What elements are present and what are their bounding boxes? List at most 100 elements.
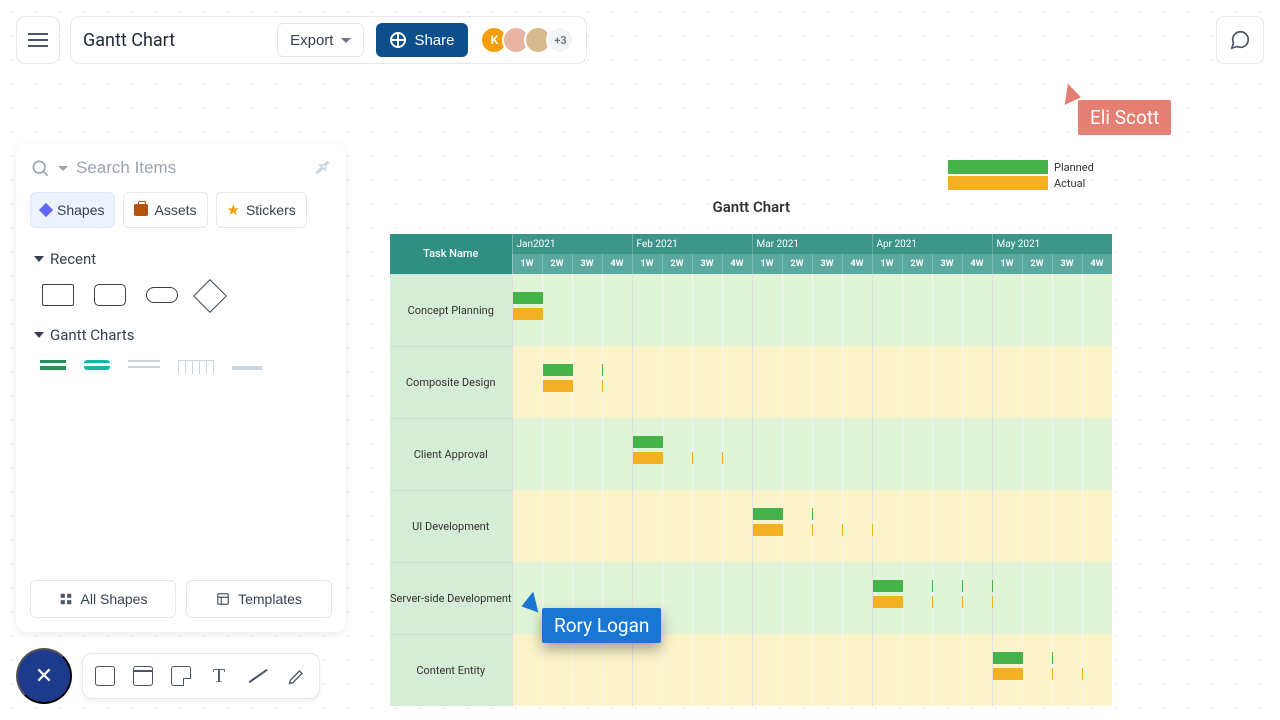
gantt-cell	[662, 274, 692, 346]
week-header: 2W	[662, 254, 692, 274]
legend-swatch-actual	[948, 176, 1048, 190]
chevron-down-icon	[341, 38, 351, 43]
gantt-cell	[992, 490, 1022, 562]
gantt-chart[interactable]: Gantt Chart Task NameJan2021Feb 2021Mar …	[390, 198, 1113, 706]
gantt-cell	[692, 274, 722, 346]
gantt-cell	[752, 562, 782, 634]
gantt-cell	[1022, 562, 1052, 634]
legend-swatch-planned	[948, 160, 1048, 174]
section-gantt-charts[interactable]: Gantt Charts	[34, 326, 332, 344]
gantt-cell	[842, 490, 872, 562]
gantt-cell	[812, 634, 842, 706]
gantt-cell	[872, 346, 902, 418]
star-icon: ★	[227, 201, 240, 219]
task-name-cell: Client Approval	[390, 418, 512, 490]
gantt-cell	[872, 562, 902, 634]
category-shapes[interactable]: Shapes	[30, 192, 115, 228]
avatar-more[interactable]: +3	[546, 26, 574, 54]
tool-pen[interactable]	[287, 666, 307, 686]
category-stickers[interactable]: ★ Stickers	[216, 192, 307, 228]
week-header: 3W	[572, 254, 602, 274]
export-button[interactable]: Export	[277, 23, 364, 57]
export-label: Export	[290, 32, 333, 49]
tool-text[interactable]: T	[209, 666, 229, 686]
gantt-cell	[872, 274, 902, 346]
chart-title: Gantt Chart	[390, 198, 1113, 216]
shape-rounded-rect[interactable]	[94, 284, 126, 306]
gantt-cell	[992, 562, 1022, 634]
section-recent[interactable]: Recent	[34, 250, 332, 268]
task-name-cell: Server-side Development	[390, 562, 512, 634]
menu-button[interactable]	[16, 16, 60, 64]
gantt-thumb[interactable]	[128, 360, 160, 368]
gantt-cell	[1082, 418, 1112, 490]
collaborator-cursor-eli: Eli Scott	[1060, 100, 1171, 135]
gantt-cell	[872, 634, 902, 706]
tool-rectangle[interactable]	[95, 666, 115, 686]
gantt-cell	[932, 274, 962, 346]
tool-sticky-note[interactable]	[171, 666, 191, 686]
gantt-cell	[632, 634, 662, 706]
gantt-cell	[782, 562, 812, 634]
week-header: 1W	[632, 254, 662, 274]
week-header: 3W	[812, 254, 842, 274]
gantt-cell	[902, 634, 932, 706]
gantt-cell	[662, 490, 692, 562]
gantt-cell	[662, 634, 692, 706]
gantt-cell	[542, 490, 572, 562]
search-input[interactable]	[76, 158, 306, 178]
gantt-cell	[602, 346, 632, 418]
gantt-cell	[1052, 274, 1082, 346]
gantt-thumb[interactable]	[232, 366, 262, 370]
shape-diamond[interactable]	[193, 279, 227, 313]
gantt-cell	[962, 418, 992, 490]
gantt-thumb[interactable]	[40, 360, 66, 370]
gantt-thumb[interactable]	[178, 360, 214, 374]
close-button[interactable]: ✕	[16, 648, 72, 704]
gantt-bar-planned[interactable]	[633, 436, 663, 448]
gantt-cell	[572, 274, 602, 346]
month-header: May 2021	[992, 234, 1112, 254]
task-name-cell: Content Entity	[390, 634, 512, 706]
gantt-cell	[692, 562, 722, 634]
gantt-cell	[542, 418, 572, 490]
tool-card-shape[interactable]	[133, 666, 153, 686]
gantt-cell	[662, 346, 692, 418]
gantt-cell	[692, 490, 722, 562]
gantt-cell	[992, 346, 1022, 418]
week-header: 4W	[722, 254, 752, 274]
shape-rectangle[interactable]	[42, 284, 74, 306]
page-title: Gantt Chart	[83, 30, 175, 51]
gantt-cell	[782, 490, 812, 562]
gantt-cell	[1082, 490, 1112, 562]
gantt-cell	[752, 346, 782, 418]
gantt-cell	[782, 634, 812, 706]
share-button[interactable]: Share	[376, 23, 468, 57]
category-assets[interactable]: Assets	[123, 192, 207, 228]
diamond-icon	[39, 203, 53, 217]
gantt-bar-actual[interactable]	[513, 308, 543, 320]
gantt-cell	[902, 562, 932, 634]
gantt-cell	[542, 346, 572, 418]
gantt-cell	[1082, 274, 1112, 346]
task-name-cell: UI Development	[390, 490, 512, 562]
all-shapes-button[interactable]: All Shapes	[30, 580, 176, 618]
week-header: 1W	[752, 254, 782, 274]
pin-icon[interactable]	[310, 155, 335, 180]
gantt-cell	[512, 346, 542, 418]
shapes-panel: Shapes Assets ★ Stickers Recent Gantt Ch…	[16, 144, 346, 632]
collaborator-avatars[interactable]: K +3	[480, 26, 574, 54]
gantt-cell	[542, 274, 572, 346]
gantt-thumb[interactable]	[84, 360, 110, 370]
gantt-cell	[752, 634, 782, 706]
gantt-cell	[962, 274, 992, 346]
templates-button[interactable]: Templates	[186, 580, 332, 618]
title-card: Gantt Chart Export Share K +3	[70, 16, 587, 64]
tool-line[interactable]	[249, 669, 268, 683]
shape-pill[interactable]	[146, 287, 178, 303]
chat-button[interactable]	[1216, 16, 1264, 64]
gantt-cell	[902, 346, 932, 418]
gantt-cell	[962, 490, 992, 562]
gantt-cell	[1022, 418, 1052, 490]
gantt-bar-planned[interactable]	[513, 292, 543, 304]
